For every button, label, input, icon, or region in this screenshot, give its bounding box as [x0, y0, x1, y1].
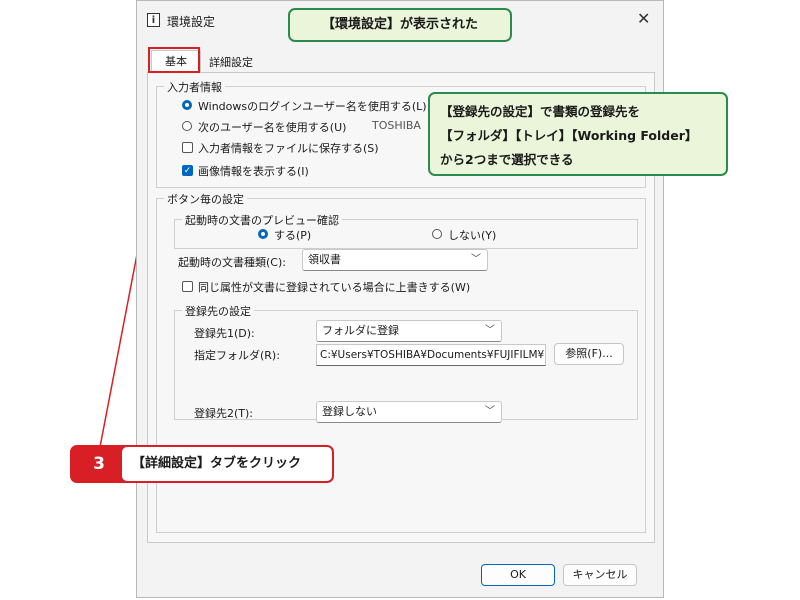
- radio-windows-user[interactable]: [182, 100, 192, 110]
- callout-dialog-shown-text: 【環境設定】が表示された: [321, 17, 478, 32]
- tab-advanced[interactable]: 詳細設定: [203, 53, 259, 73]
- callout-registration-line1: 【登録先の設定】で書類の登録先を: [440, 104, 641, 119]
- radio-preview-yes[interactable]: [258, 229, 268, 239]
- user-info-group-label: 入力者情報: [164, 79, 225, 95]
- doc-type-value: 領収書: [308, 253, 341, 266]
- callout-step3-box: 【詳細設定】タブをクリック: [120, 445, 334, 483]
- radio-preview-yes-label: する(P): [274, 229, 312, 242]
- radio-next-user-label: 次のユーザー名を使用する(U): [198, 121, 347, 134]
- callout-registration: 【登録先の設定】で書類の登録先を 【フォルダ】【トレイ】【Working Fol…: [428, 92, 728, 176]
- check-save-userinfo[interactable]: [182, 142, 193, 153]
- dest2-select[interactable]: 登録しない ﹀: [316, 401, 502, 423]
- folder-label: 指定フォルダ(R):: [194, 349, 280, 362]
- callout-dialog-shown: 【環境設定】が表示された: [288, 8, 512, 42]
- radio-next-user[interactable]: [182, 121, 192, 131]
- registration-group-label: 登録先の設定: [182, 303, 254, 319]
- chevron-down-icon: ﹀: [485, 406, 495, 417]
- username-input[interactable]: TOSHIBA: [372, 119, 421, 132]
- check-overwrite[interactable]: [182, 281, 193, 292]
- dest1-label: 登録先1(D):: [194, 327, 255, 340]
- doc-type-select[interactable]: 領収書 ﹀: [302, 249, 488, 271]
- chevron-down-icon: ﹀: [471, 254, 481, 265]
- callout-registration-line3: から2つまで選択できる: [440, 152, 574, 167]
- dest1-value: フォルダに登録: [322, 324, 399, 337]
- chevron-down-icon: ﹀: [485, 325, 495, 336]
- dest1-select[interactable]: フォルダに登録 ﹀: [316, 320, 502, 342]
- cancel-button[interactable]: キャンセル: [563, 564, 637, 586]
- check-overwrite-label: 同じ属性が文書に登録されている場合に上書きする(W): [198, 281, 471, 294]
- check-save-userinfo-label: 入力者情報をファイルに保存する(S): [198, 142, 379, 155]
- settings-dialog: i 環境設定 ✕ 基本 詳細設定 入力者情報 Windowsのログインユーザー名…: [136, 0, 664, 598]
- ok-button[interactable]: OK: [481, 564, 555, 586]
- app-info-icon: i: [147, 13, 160, 27]
- tab-highlight-box: [148, 47, 200, 73]
- button-settings-group-label: ボタン毎の設定: [164, 191, 247, 207]
- callout-step3: 3 【詳細設定】タブをクリック: [70, 445, 334, 483]
- radio-windows-user-label: Windowsのログインユーザー名を使用する(L): [198, 100, 427, 113]
- close-icon[interactable]: ✕: [637, 9, 650, 28]
- callout-registration-line2: 【フォルダ】【トレイ】【Working Folder】: [440, 128, 698, 143]
- browse-button[interactable]: 参照(F)...: [554, 343, 624, 365]
- radio-preview-no-label: しない(Y): [448, 229, 497, 242]
- callout-step3-text: 【詳細設定】タブをクリック: [132, 456, 302, 471]
- window-title: 環境設定: [167, 15, 216, 29]
- preview-group-label: 起動時の文書のプレビュー確認: [182, 212, 342, 228]
- folder-path-input[interactable]: C:¥Users¥TOSHIBA¥Documents¥FUJIFILM¥: [316, 344, 546, 366]
- dest2-value: 登録しない: [322, 405, 377, 418]
- doc-type-label: 起動時の文書種類(C):: [178, 256, 286, 269]
- check-show-image-label: 画像情報を表示する(I): [198, 165, 309, 178]
- check-show-image[interactable]: ✓: [182, 165, 193, 176]
- radio-preview-no[interactable]: [432, 229, 442, 239]
- dest2-label: 登録先2(T):: [194, 407, 254, 420]
